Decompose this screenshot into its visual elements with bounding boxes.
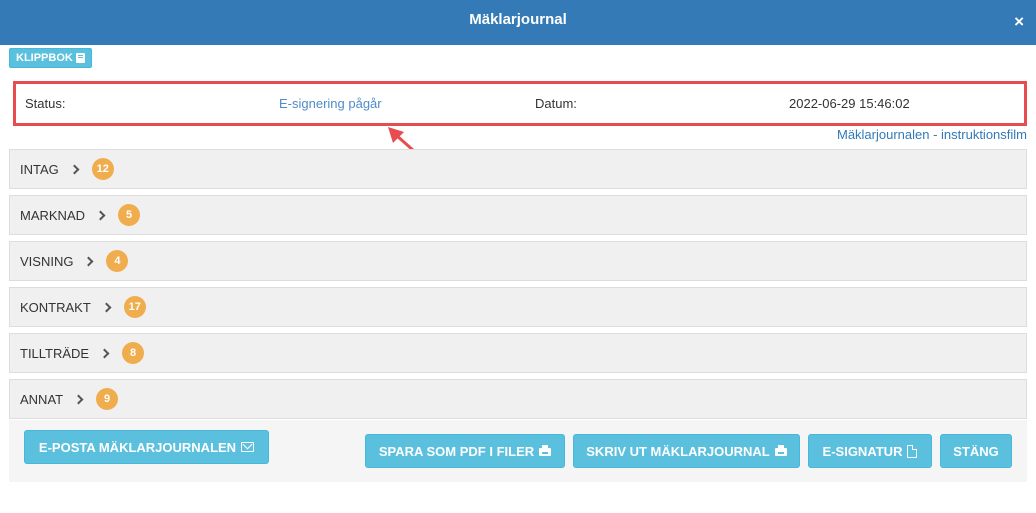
file-icon bbox=[907, 444, 918, 458]
save-pdf-button[interactable]: SPARA SOM PDF I FILER bbox=[365, 434, 565, 468]
instruction-film-link[interactable]: Mäklarjournalen - instruktionsfilm bbox=[837, 127, 1027, 142]
book-icon bbox=[75, 53, 85, 63]
chevron-right-icon bbox=[84, 256, 94, 266]
section-marknad[interactable]: MARKNAD 5 bbox=[9, 195, 1027, 235]
section-visning[interactable]: VISNING 4 bbox=[9, 241, 1027, 281]
count-badge: 12 bbox=[91, 158, 114, 180]
chevron-right-icon bbox=[73, 394, 84, 404]
modal-body: KLIPPBOK Status: E-signering pågår Datum… bbox=[0, 45, 1036, 513]
chevron-right-icon bbox=[101, 302, 112, 312]
date-value: 2022-06-29 15:46:02 bbox=[789, 96, 910, 111]
close-label: STÄNG bbox=[953, 443, 999, 459]
email-journal-button[interactable]: E-POSTA MÄKLARJOURNALEN bbox=[24, 430, 269, 464]
date-label: Datum: bbox=[535, 96, 577, 111]
count-badge: 9 bbox=[96, 388, 119, 410]
section-intag[interactable]: INTAG 12 bbox=[9, 149, 1027, 189]
email-button-label: E-POSTA MÄKLARJOURNALEN bbox=[38, 439, 237, 455]
section-annat[interactable]: ANNAT 9 bbox=[9, 379, 1027, 419]
print-journal-button[interactable]: SKRIV UT MÄKLARJOURNAL bbox=[573, 434, 800, 468]
section-label: INTAG bbox=[20, 161, 59, 177]
print-label: SKRIV UT MÄKLARJOURNAL bbox=[586, 443, 770, 459]
chevron-right-icon bbox=[69, 164, 80, 174]
print-icon bbox=[539, 445, 552, 456]
section-label: MARKNAD bbox=[20, 207, 86, 223]
close-button[interactable]: STÄNG bbox=[940, 434, 1012, 468]
count-badge: 4 bbox=[106, 250, 129, 272]
save-pdf-label: SPARA SOM PDF I FILER bbox=[378, 443, 535, 459]
modal-title: Mäklarjournal bbox=[469, 11, 567, 28]
section-label: TILLTRÄDE bbox=[20, 345, 90, 361]
section-kontrakt[interactable]: KONTRAKT 17 bbox=[9, 287, 1027, 327]
status-value: E-signering pågår bbox=[279, 96, 382, 111]
print-icon bbox=[774, 445, 787, 456]
clipboard-label: KLIPPBOK bbox=[16, 52, 73, 64]
status-label: Status: bbox=[25, 96, 66, 111]
close-icon[interactable]: × bbox=[1014, 12, 1024, 32]
count-badge: 8 bbox=[122, 342, 145, 364]
count-badge: 5 bbox=[118, 204, 141, 226]
count-badge: 17 bbox=[123, 296, 146, 318]
section-label: KONTRAKT bbox=[20, 299, 91, 315]
status-panel: Status: E-signering pågår Datum: 2022-06… bbox=[13, 81, 1027, 126]
esign-label: E-SIGNATUR bbox=[822, 443, 903, 459]
modal-header: Mäklarjournal × bbox=[0, 0, 1036, 45]
chevron-right-icon bbox=[95, 210, 106, 220]
clipboard-button[interactable]: KLIPPBOK bbox=[9, 48, 92, 68]
chevron-right-icon bbox=[99, 348, 110, 358]
section-tilltrade[interactable]: TILLTRÄDE 8 bbox=[9, 333, 1027, 373]
e-signature-button[interactable]: E-SIGNATUR bbox=[808, 434, 932, 468]
envelope-icon bbox=[241, 442, 255, 452]
section-label: VISNING bbox=[20, 253, 74, 269]
section-label: ANNAT bbox=[20, 391, 64, 407]
